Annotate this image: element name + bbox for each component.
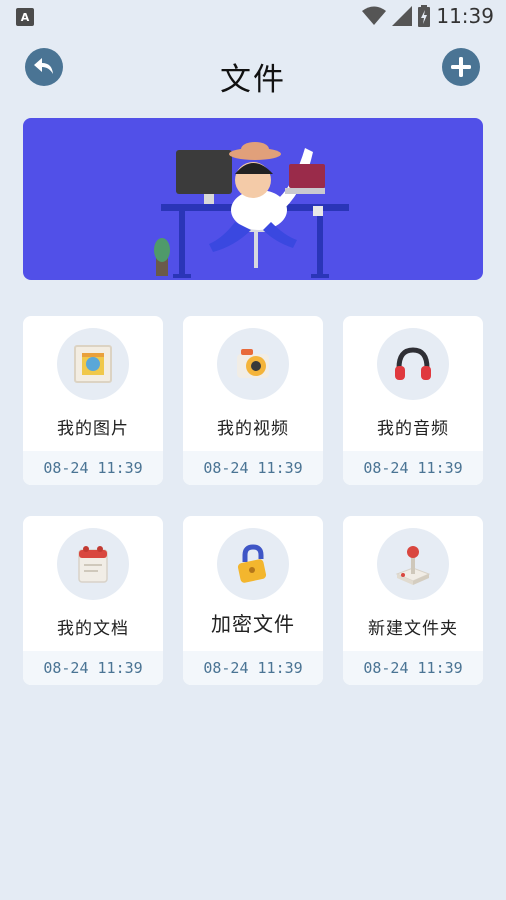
picture-frame-icon: [74, 345, 112, 383]
card-timestamp: 08-24 11:39: [183, 651, 323, 685]
card-new-folder[interactable]: 新建文件夹 08-24 11:39: [343, 516, 483, 685]
card-label: 我的文档: [57, 619, 129, 639]
calendar-doc-icon: [78, 546, 108, 583]
add-button[interactable]: [442, 48, 480, 86]
joystick-icon: [395, 546, 431, 585]
card-label: 加密文件: [211, 612, 295, 636]
status-bar: A 11:39: [0, 0, 506, 34]
signal-icon: [392, 6, 413, 26]
card-label: 我的图片: [57, 419, 129, 439]
card-my-pictures[interactable]: 我的图片 08-24 11:39: [23, 316, 163, 485]
card-timestamp: 08-24 11:39: [183, 451, 323, 485]
card-icon-circle: [217, 528, 289, 600]
card-icon-circle: [57, 528, 129, 600]
desk-character-illustration: [154, 142, 349, 278]
card-timestamp: 08-24 11:39: [343, 651, 483, 685]
a-letter-icon: A: [16, 8, 34, 26]
card-my-audio[interactable]: 我的音频 08-24 11:39: [343, 316, 483, 485]
battery-icon: [418, 5, 431, 27]
card-timestamp: 08-24 11:39: [343, 451, 483, 485]
wifi-icon: [362, 6, 387, 25]
plus-icon: [451, 57, 471, 77]
padlock-icon: [237, 544, 267, 583]
header: 文件: [0, 44, 506, 104]
card-timestamp: 08-24 11:39: [23, 651, 163, 685]
camera-icon: [237, 349, 269, 378]
card-label: 我的音频: [377, 419, 449, 439]
file-manager-screen: A 11:39 文件 我的图片 08-24 11:39 我的视频 08-24 1…: [0, 0, 506, 900]
card-icon-circle: [377, 328, 449, 400]
card-encrypted-files[interactable]: 加密文件 08-24 11:39: [183, 516, 323, 685]
headphones-icon: [395, 347, 431, 380]
card-my-videos[interactable]: 我的视频 08-24 11:39: [183, 316, 323, 485]
card-icon-circle: [377, 528, 449, 600]
clock-time: 11:39: [436, 4, 494, 28]
page-title: 文件: [220, 62, 286, 98]
status-icons: 11:39: [362, 4, 494, 28]
card-icon-circle: [217, 328, 289, 400]
card-icon-circle: [57, 328, 129, 400]
card-label: 我的视频: [217, 419, 289, 439]
card-label: 新建文件夹: [368, 619, 458, 639]
banner-illustration: [23, 118, 483, 280]
card-my-documents[interactable]: 我的文档 08-24 11:39: [23, 516, 163, 685]
card-timestamp: 08-24 11:39: [23, 451, 163, 485]
